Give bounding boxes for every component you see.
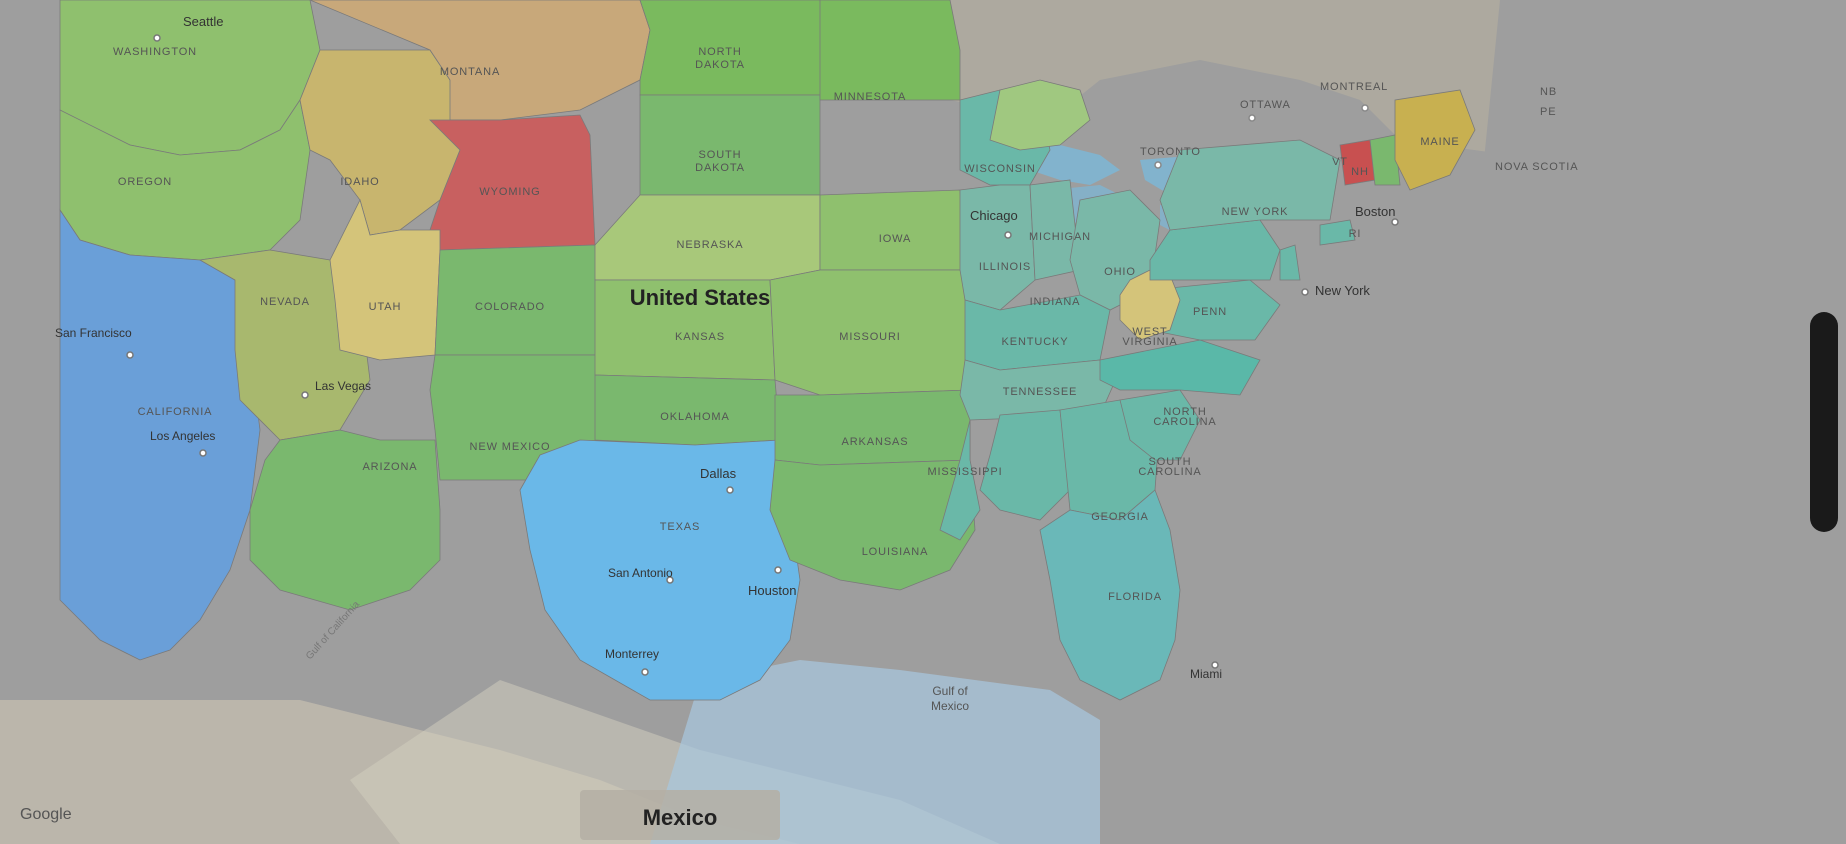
svg-text:NH: NH [1351, 166, 1369, 178]
svg-text:RI: RI [1349, 228, 1362, 240]
svg-text:IOWA: IOWA [879, 233, 911, 245]
svg-text:SOUTH: SOUTH [699, 149, 742, 161]
svg-text:TEXAS: TEXAS [660, 521, 700, 533]
svg-text:Toronto: Toronto [1140, 146, 1201, 158]
svg-text:PENN: PENN [1193, 306, 1227, 318]
svg-text:KANSAS: KANSAS [675, 331, 725, 343]
svg-text:Chicago: Chicago [970, 208, 1018, 223]
google-watermark: Google [20, 806, 72, 824]
svg-text:VIRGINIA: VIRGINIA [1122, 336, 1177, 348]
svg-text:San Francisco: San Francisco [55, 326, 132, 340]
svg-text:Las Vegas: Las Vegas [315, 379, 371, 393]
svg-text:MISSISSIPPI: MISSISSIPPI [927, 466, 1002, 478]
svg-text:FLORIDA: FLORIDA [1108, 591, 1162, 603]
svg-text:Monterrey: Monterrey [605, 647, 659, 661]
svg-text:NEW YORK: NEW YORK [1222, 206, 1289, 218]
svg-text:KENTUCKY: KENTUCKY [1002, 336, 1069, 348]
svg-text:CAROLINA: CAROLINA [1153, 416, 1216, 428]
svg-text:VT: VT [1332, 156, 1348, 168]
svg-text:Montreal: Montreal [1320, 81, 1388, 93]
svg-text:MICHIGAN: MICHIGAN [1029, 231, 1091, 243]
svg-text:NEVADA: NEVADA [260, 296, 310, 308]
svg-text:ILLINOIS: ILLINOIS [979, 261, 1031, 273]
svg-text:OKLAHOMA: OKLAHOMA [660, 411, 729, 423]
svg-text:COLORADO: COLORADO [475, 301, 545, 313]
svg-text:NB: NB [1540, 86, 1557, 98]
svg-text:Boston: Boston [1355, 204, 1395, 219]
svg-text:LOUISIANA: LOUISIANA [862, 546, 929, 558]
svg-text:Gulf of California: Gulf of California [304, 599, 362, 662]
svg-text:United States: United States [630, 285, 771, 310]
svg-text:NOVA SCOTIA: NOVA SCOTIA [1495, 161, 1578, 173]
svg-text:Ottawa: Ottawa [1240, 99, 1291, 111]
svg-text:Miami: Miami [1190, 667, 1222, 681]
svg-text:CAROLINA: CAROLINA [1138, 466, 1201, 478]
svg-text:OHIO: OHIO [1104, 266, 1136, 278]
svg-text:IDAHO: IDAHO [340, 176, 379, 188]
svg-text:San Antonio: San Antonio [608, 566, 673, 580]
svg-text:Seattle: Seattle [183, 14, 223, 29]
svg-text:WASHINGTON: WASHINGTON [113, 46, 197, 58]
svg-text:New York: New York [1315, 283, 1370, 298]
svg-text:TENNESSEE: TENNESSEE [1003, 386, 1078, 398]
us-map-svg[interactable]: Ottawa Montreal Toronto NB PE NOVA SCOTI… [0, 0, 1846, 844]
scrollbar[interactable] [1810, 312, 1838, 532]
svg-text:GEORGIA: GEORGIA [1091, 511, 1149, 523]
svg-text:DAKOTA: DAKOTA [695, 59, 745, 71]
map-container: Ottawa Montreal Toronto NB PE NOVA SCOTI… [0, 0, 1846, 844]
svg-text:ARKANSAS: ARKANSAS [842, 436, 909, 448]
svg-text:MISSOURI: MISSOURI [839, 331, 900, 343]
svg-text:Los Angeles: Los Angeles [150, 429, 215, 443]
svg-text:NEBRASKA: NEBRASKA [677, 239, 744, 251]
svg-text:Mexico: Mexico [643, 805, 718, 830]
svg-text:NEW MEXICO: NEW MEXICO [470, 441, 551, 453]
svg-text:Dallas: Dallas [700, 466, 737, 481]
svg-text:PE: PE [1540, 106, 1556, 118]
svg-text:OREGON: OREGON [118, 176, 172, 188]
svg-text:DAKOTA: DAKOTA [695, 162, 745, 174]
svg-text:NORTH: NORTH [698, 46, 741, 58]
svg-text:CALIFORNIA: CALIFORNIA [138, 406, 213, 418]
svg-text:Gulf of: Gulf of [932, 684, 968, 698]
svg-text:ARIZONA: ARIZONA [362, 461, 417, 473]
svg-text:Houston: Houston [748, 583, 796, 598]
svg-text:WISCONSIN: WISCONSIN [964, 163, 1035, 175]
svg-text:MONTANA: MONTANA [440, 66, 500, 78]
svg-text:INDIANA: INDIANA [1030, 296, 1081, 308]
svg-text:MINNESOTA: MINNESOTA [834, 91, 907, 103]
svg-text:UTAH: UTAH [369, 301, 402, 313]
svg-text:MAINE: MAINE [1420, 136, 1459, 148]
svg-text:Mexico: Mexico [931, 699, 969, 713]
svg-text:WYOMING: WYOMING [479, 186, 540, 198]
